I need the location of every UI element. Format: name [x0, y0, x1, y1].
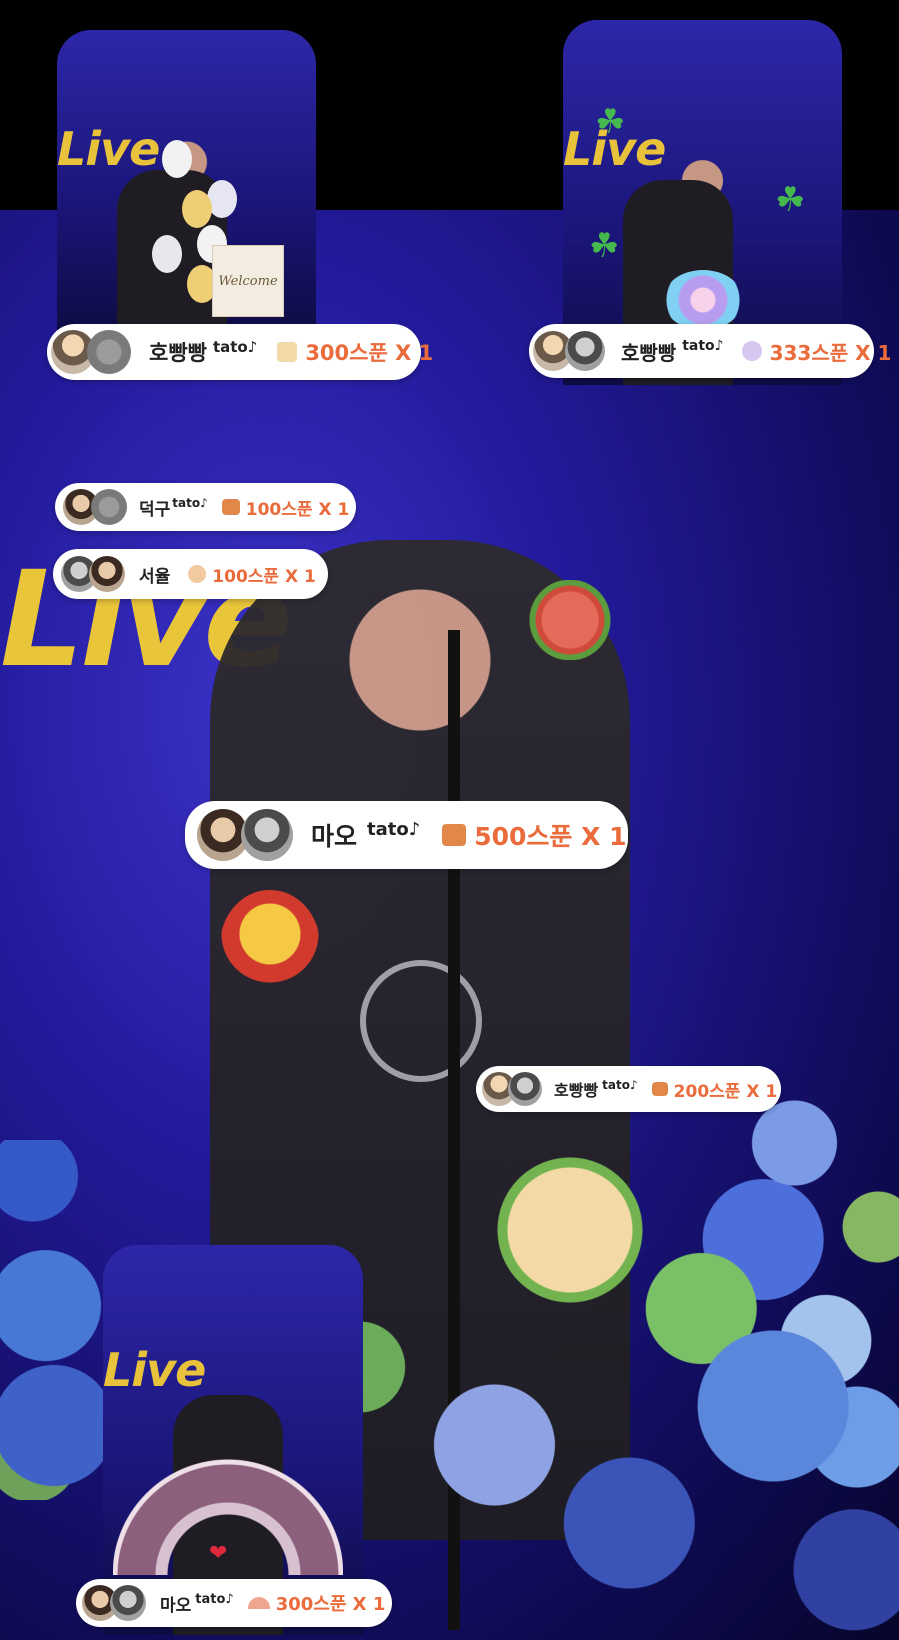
clover-icon: ☘: [589, 226, 620, 266]
photo-card-gauge: Live ❤: [103, 1245, 363, 1635]
pastel-flower-sticker: [663, 270, 743, 330]
sender-tag: tato♪: [602, 1078, 638, 1092]
gift-box-icon: [651, 1082, 668, 1096]
gift-amount: 300스푼 X 1: [275, 1594, 386, 1615]
avatar-group: [63, 489, 127, 525]
gift-amount: 333스푼 X 1: [769, 340, 892, 365]
gift-cake-icon: [277, 342, 298, 362]
watermelon-sticker: [500, 580, 640, 660]
sender-name: 마오: [160, 1595, 192, 1616]
avatar: [89, 556, 125, 592]
card-live-sign: Live: [57, 122, 160, 176]
sender-tag: tato♪: [367, 818, 421, 840]
avatar: [241, 809, 293, 861]
sender-name: 호빵빵: [149, 341, 207, 365]
avatar: [110, 1585, 146, 1621]
heart-icon: ❤: [209, 1541, 228, 1566]
sender-tag: tato♪: [682, 338, 724, 354]
gift-box-icon: [442, 824, 467, 846]
avatar-group: [51, 330, 131, 374]
gift-fan-icon: [247, 1597, 270, 1609]
gift-notification: 마오 tato♪ 500스푼 X 1: [185, 801, 628, 869]
avatar-group: [533, 331, 605, 371]
gift-notification: 마오 tato♪ 300스푼 X 1: [76, 1579, 392, 1627]
avatar: [508, 1072, 542, 1106]
gift-notification: 호빵빵 tato♪ 333스푼 X 1: [529, 324, 891, 378]
gift-notification: 호빵빵 tato♪ 200스푼 X 1: [476, 1066, 781, 1112]
sender-name: 덕구: [139, 499, 171, 520]
sender-name: 마오: [311, 822, 358, 851]
photo-card-balloons: Live Welcome: [57, 30, 316, 330]
clover-icon: ☘: [595, 102, 626, 142]
chick-guitar-sticker: [220, 890, 320, 1000]
gift-box-icon: [221, 499, 240, 515]
sender-tag: tato♪: [195, 1591, 234, 1607]
gift-amount: 100스푼 X 1: [212, 566, 316, 587]
gift-notification: 덕구 tato♪ 100스푼 X 1: [55, 483, 356, 531]
gift-notification: 서율 100스푼 X 1: [53, 549, 328, 599]
avatar-group: [482, 1072, 542, 1106]
avatar-group: [61, 556, 125, 592]
shirt-crest: [360, 960, 482, 1082]
sender-tag: tato♪: [212, 338, 258, 356]
avatar-group: [197, 809, 293, 861]
avatar: [91, 489, 127, 525]
gift-amount: 200스푼 X 1: [673, 1081, 778, 1102]
gift-notification: 호빵빵 tato♪ 300스푼 X 1: [47, 324, 433, 380]
avatar: [87, 330, 131, 374]
gift-amount: 100스푼 X 1: [245, 499, 350, 520]
gift-amount: 300스푼 X 1: [305, 341, 434, 365]
sender-tag: tato♪: [172, 496, 208, 510]
avatar-group: [82, 1585, 146, 1621]
bunny-gauge-sticker: [113, 1455, 343, 1575]
welcome-sign: Welcome: [212, 245, 284, 317]
avatar: [565, 331, 605, 371]
sender-name: 서율: [139, 566, 171, 587]
gift-amount: 500스푼 X 1: [474, 822, 627, 851]
sender-name: 호빵빵: [621, 340, 677, 365]
sender-name: 호빵빵: [554, 1081, 599, 1100]
gift-sparkle-icon: [188, 565, 207, 583]
gift-shell-icon: [741, 341, 762, 361]
clover-icon: ☘: [775, 180, 806, 220]
card-live-sign: Live: [103, 1343, 206, 1397]
